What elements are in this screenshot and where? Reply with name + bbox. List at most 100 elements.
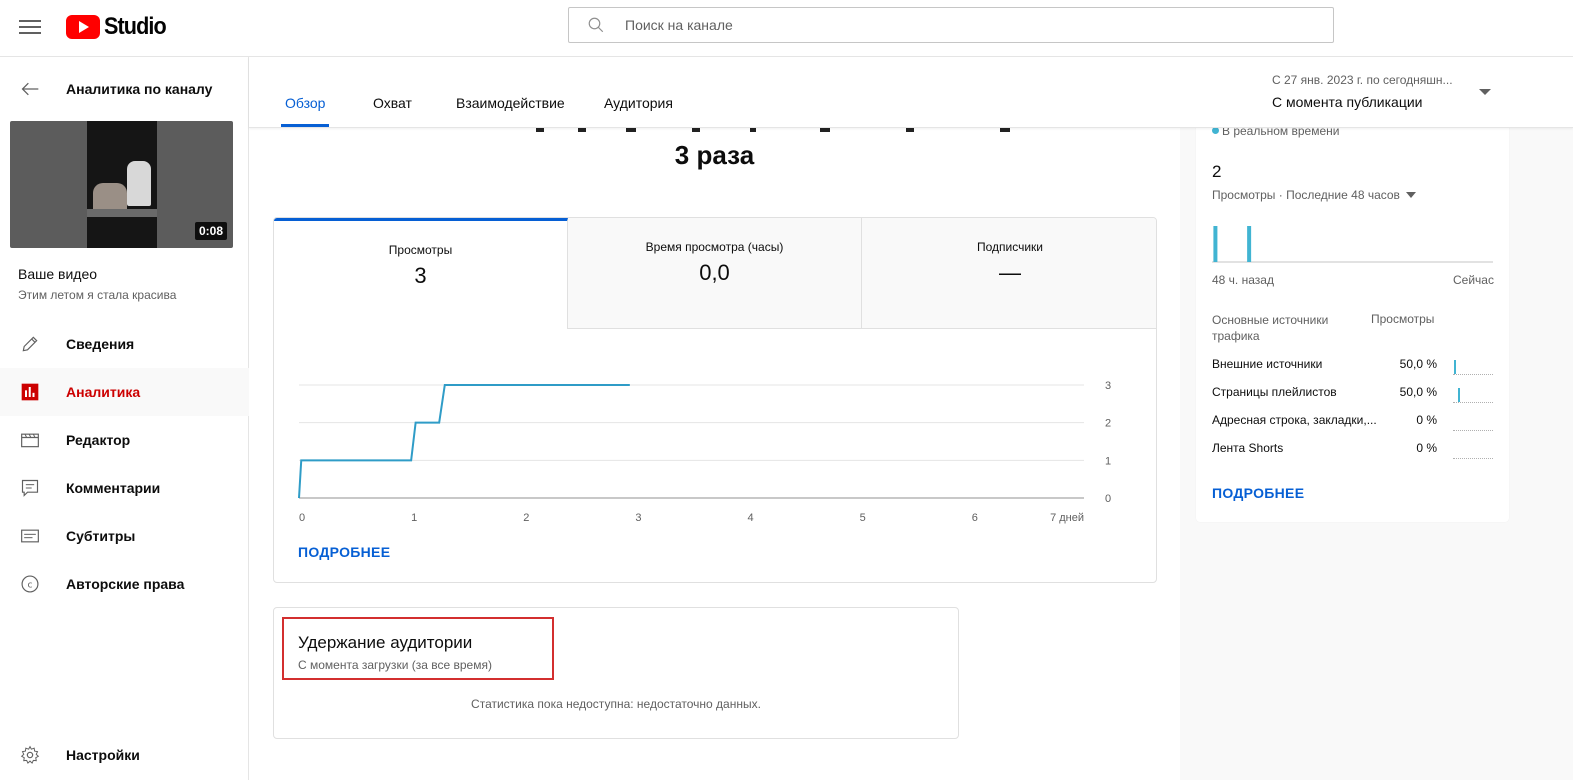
editor-icon — [21, 433, 39, 448]
realtime-bar — [1213, 226, 1218, 262]
y-tick-label: 3 — [1105, 380, 1111, 392]
retention-subtitle: С момента загрузки (за все время) — [298, 658, 492, 672]
studio-logo[interactable]: Studio — [66, 12, 173, 42]
traffic-source-name: Страницы плейлистов — [1212, 385, 1337, 399]
caret-down-icon — [1405, 192, 1416, 198]
realtime-axis-end: Сейчас — [1453, 273, 1494, 287]
pencil-icon — [22, 336, 38, 352]
y-tick-label: 0 — [1105, 493, 1111, 505]
your-video-label: Ваше видео — [18, 266, 98, 282]
metric-label: Время просмотра (часы) — [645, 240, 784, 254]
traffic-source-bar — [1453, 360, 1493, 375]
back-to-channel-analytics[interactable]: Аналитика по каналу — [0, 71, 249, 107]
sidebar-item-label: Авторские права — [66, 576, 185, 592]
youtube-play-icon — [66, 15, 100, 39]
metric-label: Подписчики — [976, 240, 1043, 254]
tab-reach[interactable]: Охват — [373, 95, 412, 111]
realtime-metric-selector[interactable]: Просмотры · Последние 48 часов — [1212, 188, 1416, 202]
gear-icon — [20, 745, 40, 764]
traffic-source-bar-mark — [1457, 388, 1460, 402]
realtime-bar-chart — [1212, 226, 1493, 263]
x-tick-label: 1 — [411, 512, 417, 524]
y-tick-label: 1 — [1105, 455, 1111, 467]
search-icon — [588, 17, 604, 33]
x-tick-label: 0 — [299, 512, 305, 524]
retention-title: Удержание аудитории — [298, 633, 473, 652]
svg-text:c: c — [27, 579, 32, 590]
video-thumbnail[interactable]: 0:08 — [10, 121, 233, 248]
traffic-source-row[interactable]: Лента Shorts 0 % — [1212, 441, 1497, 461]
traffic-source-percent: 50,0 % — [1399, 357, 1437, 371]
metric-subscribers[interactable]: Подписчики — — [862, 218, 1156, 329]
metric-value: — — [999, 260, 1021, 285]
thumbnail-table — [87, 209, 157, 217]
sidebar-item-analytics[interactable]: Аналитика — [0, 368, 249, 416]
date-range-label: С момента публикации — [1272, 94, 1423, 110]
traffic-details-link[interactable]: ПОДРОБНЕЕ — [1212, 485, 1304, 501]
video-title: Этим летом я стала красива — [18, 288, 177, 302]
tab-engagement[interactable]: Взаимодействие — [456, 95, 565, 111]
realtime-description: Просмотры · Последние 48 часов — [1212, 188, 1400, 202]
traffic-views-header: Просмотры — [1371, 312, 1435, 326]
metric-label: Просмотры — [388, 243, 453, 257]
traffic-source-bar — [1453, 447, 1493, 459]
traffic-source-row[interactable]: Страницы плейлистов 50,0 % — [1212, 385, 1497, 405]
sidebar-item-label: Редактор — [66, 432, 131, 448]
copyright-icon: c — [21, 575, 39, 593]
traffic-sources-header: Основные источники трафика — [1212, 313, 1329, 343]
live-dot-icon — [1212, 127, 1219, 134]
series-line — [298, 384, 630, 499]
sidebar-item-label: Комментарии — [66, 480, 161, 496]
y-tick-label: 2 — [1105, 418, 1111, 430]
x-tick-label: 6 — [972, 512, 978, 524]
date-range-text: С 27 янв. 2023 г. по сегодняшн... — [1272, 73, 1453, 87]
sidebar-item-label: Настройки — [66, 747, 140, 763]
metric-views[interactable]: Просмотры 3 — [274, 218, 568, 329]
details-link[interactable]: ПОДРОБНЕЕ — [298, 544, 390, 560]
sidebar-item-subtitles[interactable]: Субтитры — [0, 512, 249, 560]
traffic-source-bar — [1453, 388, 1493, 403]
sidebar-item-details[interactable]: Сведения — [0, 320, 249, 368]
arrow-back-icon — [21, 82, 39, 96]
video-duration: 0:08 — [194, 222, 227, 240]
sidebar-item-label: Субтитры — [66, 528, 136, 544]
metric-value: 0,0 — [699, 260, 730, 285]
back-label: Аналитика по каналу — [66, 81, 213, 97]
sidebar-item-settings[interactable]: Настройки — [0, 731, 249, 779]
logo-text: Studio — [104, 13, 167, 40]
sidebar-item-label: Сведения — [66, 336, 135, 352]
traffic-source-percent: 0 % — [1416, 413, 1437, 427]
subtitles-icon — [21, 529, 39, 543]
sidebar-item-comments[interactable]: Комментарии — [0, 464, 249, 512]
x-tick-label: 2 — [523, 512, 529, 524]
traffic-source-bar-mark — [1453, 360, 1456, 374]
metric-value: 3 — [414, 263, 427, 288]
tab-overview[interactable]: Обзор — [285, 95, 325, 111]
x-tick-label: 4 — [748, 512, 754, 524]
caret-down-icon[interactable] — [1479, 89, 1491, 95]
traffic-source-percent: 0 % — [1416, 441, 1437, 455]
realtime-bar — [1247, 226, 1252, 262]
active-tab-indicator — [281, 124, 329, 127]
x-tick-label: 5 — [860, 512, 866, 524]
traffic-source-row[interactable]: Адресная строка, закладки,... 0 % — [1212, 413, 1497, 433]
sidebar-item-copyright[interactable]: c Авторские права — [0, 560, 249, 608]
tab-audience[interactable]: Аудитория — [604, 95, 673, 111]
realtime-count: 2 — [1212, 162, 1222, 181]
analytics-icon — [21, 383, 39, 401]
search-box[interactable] — [568, 7, 1334, 43]
traffic-source-bar — [1453, 419, 1493, 431]
traffic-source-row[interactable]: Внешние источники 50,0 % — [1212, 357, 1497, 377]
overview-card: Просмотры 3 Время просмотра (часы) 0,0 П… — [273, 217, 1157, 583]
x-tick-label: 3 — [635, 512, 641, 524]
menu-icon[interactable] — [19, 17, 41, 39]
traffic-source-percent: 50,0 % — [1399, 385, 1437, 399]
views-line-chart: 0 1 2 3 0 1 2 3 4 5 6 7 дней — [298, 380, 1111, 524]
search-input[interactable] — [625, 8, 1315, 42]
traffic-source-name: Лента Shorts — [1212, 441, 1284, 455]
sidebar-item-editor[interactable]: Редактор — [0, 416, 249, 464]
x-tick-label: 7 дней — [1050, 512, 1084, 524]
traffic-source-name: Адресная строка, закладки,... — [1212, 413, 1377, 427]
comments-icon — [21, 479, 39, 497]
metric-watch-time[interactable]: Время просмотра (часы) 0,0 — [568, 218, 862, 329]
